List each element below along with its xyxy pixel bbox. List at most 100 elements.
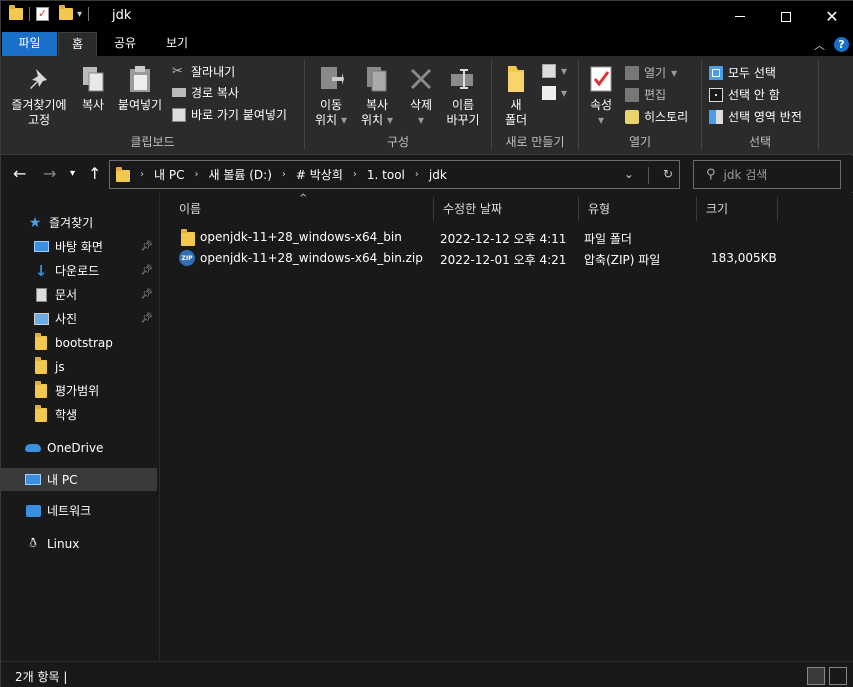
nav-linux-label: Linux bbox=[47, 536, 80, 551]
breadcrumb-tool[interactable]: 1. tool bbox=[367, 168, 405, 182]
back-arrow-icon[interactable]: ← bbox=[13, 164, 26, 183]
nav-item-desktop[interactable]: 바탕 화면 📌︎ bbox=[1, 235, 157, 258]
chevron-right-icon[interactable]: › bbox=[282, 169, 286, 180]
forward-arrow-icon[interactable]: → bbox=[43, 164, 56, 183]
address-bar[interactable]: › 내 PC › 새 볼륨 (D:) › # 박상희 › 1. tool › j… bbox=[109, 160, 680, 189]
minimize-button[interactable] bbox=[717, 1, 763, 32]
column-header-modified[interactable]: 수정한 날짜 bbox=[433, 197, 578, 221]
paste-shortcut-button[interactable]: 바로 가기 붙여넣기 bbox=[172, 106, 287, 123]
refresh-icon[interactable]: ↻ bbox=[663, 167, 673, 184]
nav-network[interactable]: 네트워크 bbox=[1, 499, 157, 522]
easy-access-button[interactable]: ▾ bbox=[542, 86, 567, 100]
breadcrumb-drive[interactable]: 새 볼륨 (D:) bbox=[208, 166, 271, 183]
window-title: jdk bbox=[112, 8, 132, 23]
file-name: openjdk-11+28_windows-x64_bin bbox=[200, 230, 402, 244]
move-to-button[interactable]: 이동 위치 ▾ bbox=[309, 60, 353, 128]
pin-icon[interactable]: 📌︎ bbox=[140, 289, 153, 300]
select-none-button[interactable]: 선택 안 함 bbox=[709, 86, 780, 103]
chevron-down-icon[interactable]: ⌄ bbox=[624, 167, 634, 184]
chevron-right-icon[interactable]: › bbox=[140, 169, 144, 180]
file-type: 압축(ZIP) 파일 bbox=[584, 253, 661, 267]
nav-item-pictures[interactable]: 사진 📌︎ bbox=[1, 307, 157, 330]
new-folder-button[interactable]: 새 폴더 bbox=[500, 60, 532, 128]
nav-item-label: 문서 bbox=[55, 288, 78, 302]
new-folder-icon[interactable] bbox=[59, 5, 73, 20]
cut-button[interactable]: ✂ 잘라내기 bbox=[172, 63, 235, 80]
breadcrumb-user-folder[interactable]: # 박상희 bbox=[296, 166, 343, 183]
nav-quick-access[interactable]: ★ 즐겨찾기 bbox=[1, 211, 157, 234]
paste-icon bbox=[125, 64, 155, 94]
column-header-name[interactable]: 이름 bbox=[169, 197, 433, 221]
address-controls: ⌄ ↻ bbox=[624, 167, 673, 184]
title-bar: ✓ ▾ jdk ✕ bbox=[1, 1, 853, 32]
select-none-label: 선택 안 함 bbox=[728, 88, 780, 102]
new-item-button[interactable]: ▾ bbox=[542, 64, 567, 78]
nav-item-bootstrap[interactable]: bootstrap bbox=[1, 331, 157, 354]
up-arrow-icon[interactable]: ↑ bbox=[88, 164, 101, 183]
history-button[interactable]: 히스토리 bbox=[625, 108, 688, 125]
nav-onedrive[interactable]: OneDrive bbox=[1, 436, 157, 459]
details-view-icon[interactable] bbox=[807, 667, 825, 685]
nav-item-students[interactable]: 학생 bbox=[1, 403, 157, 426]
tab-share[interactable]: 공유 bbox=[105, 32, 145, 56]
properties-button[interactable]: 속성 ▾ bbox=[583, 60, 619, 128]
file-row-zip[interactable]: ZIP openjdk-11+28_windows-x64_bin.zip 20… bbox=[173, 248, 777, 269]
chevron-right-icon[interactable]: › bbox=[415, 169, 419, 180]
open-button[interactable]: 열기 ▾ bbox=[625, 64, 677, 81]
column-header-type[interactable]: 유형 bbox=[578, 197, 696, 221]
invert-selection-button[interactable]: 선택 영역 반전 bbox=[709, 108, 802, 125]
delete-button[interactable]: 삭제 ▾ bbox=[403, 60, 439, 128]
pin-icon[interactable]: 📌︎ bbox=[140, 313, 153, 324]
breadcrumb-jdk[interactable]: jdk bbox=[429, 168, 447, 182]
ribbon-tabs: 파일 홈 공유 보기 ︿ bbox=[1, 32, 853, 56]
nav-this-pc[interactable]: 내 PC bbox=[1, 468, 157, 491]
select-all-button[interactable]: 모두 선택 bbox=[709, 64, 776, 81]
chevron-right-icon[interactable]: › bbox=[353, 169, 357, 180]
copy-path-button[interactable]: 경로 복사 bbox=[172, 84, 239, 101]
search-box[interactable]: ⚲ jdk 검색 bbox=[693, 160, 841, 189]
close-button[interactable]: ✕ bbox=[809, 1, 853, 32]
nav-item-documents[interactable]: 문서 📌︎ bbox=[1, 283, 157, 306]
nav-linux[interactable]: 🐧︎ Linux bbox=[1, 532, 157, 555]
copy-to-label-2: 위치 ▾ bbox=[355, 113, 399, 128]
pin-to-quick-access-button[interactable]: 즐겨찾기에 고정 bbox=[7, 60, 71, 128]
folder-icon bbox=[9, 5, 23, 20]
edit-button[interactable]: 편집 bbox=[625, 86, 666, 103]
pin-icon[interactable]: 📌︎ bbox=[140, 241, 153, 252]
move-to-label-2: 위치 ▾ bbox=[309, 113, 353, 128]
tab-view[interactable]: 보기 bbox=[157, 32, 197, 56]
chevron-right-icon[interactable]: › bbox=[194, 169, 198, 180]
paste-button[interactable]: 붙여넣기 bbox=[114, 60, 166, 113]
column-header-size[interactable]: 크기 bbox=[696, 197, 778, 221]
chevron-down-icon: ▾ bbox=[561, 86, 568, 100]
file-row-folder[interactable]: openjdk-11+28_windows-x64_bin 2022-12-12… bbox=[173, 227, 773, 248]
select-all-icon bbox=[709, 65, 723, 80]
pictures-icon bbox=[33, 311, 49, 327]
recent-locations-icon[interactable]: ▾ bbox=[70, 168, 75, 179]
close-icon: ✕ bbox=[825, 7, 839, 26]
customize-toolbar-icon[interactable]: ▾ bbox=[77, 9, 82, 20]
divider[interactable] bbox=[777, 197, 778, 221]
breadcrumb-this-pc[interactable]: 내 PC bbox=[154, 166, 184, 183]
copy-icon bbox=[78, 64, 108, 94]
tab-home[interactable]: 홈 bbox=[58, 32, 97, 56]
nav-item-label: js bbox=[55, 359, 65, 374]
edit-icon bbox=[625, 87, 639, 102]
large-icons-view-icon[interactable] bbox=[829, 667, 847, 685]
move-to-label-text: 위치 bbox=[315, 113, 338, 127]
help-icon[interactable]: ? bbox=[834, 37, 849, 52]
copy-button[interactable]: 복사 bbox=[75, 60, 111, 113]
pin-icon[interactable]: 📌︎ bbox=[140, 265, 153, 276]
rename-button[interactable]: 이름 바꾸기 bbox=[441, 60, 485, 128]
nav-item-downloads[interactable]: ↓ 다운로드 📌︎ bbox=[1, 259, 157, 282]
properties-icon[interactable]: ✓ bbox=[36, 7, 49, 21]
tab-file[interactable]: 파일 bbox=[2, 32, 57, 56]
nav-item-js[interactable]: js bbox=[1, 355, 157, 378]
open-label: 열기 bbox=[644, 66, 667, 80]
file-modified: 2022-12-12 오후 4:11 bbox=[440, 232, 567, 246]
copy-to-button[interactable]: 복사 위치 ▾ bbox=[355, 60, 399, 128]
new-group: 새 폴더 ▾ ▾ 새로 만들기 bbox=[492, 56, 578, 155]
nav-item-evaluation[interactable]: 평가범위 bbox=[1, 379, 157, 402]
chevron-up-icon[interactable]: ︿ bbox=[814, 37, 825, 53]
maximize-button[interactable] bbox=[763, 1, 809, 32]
